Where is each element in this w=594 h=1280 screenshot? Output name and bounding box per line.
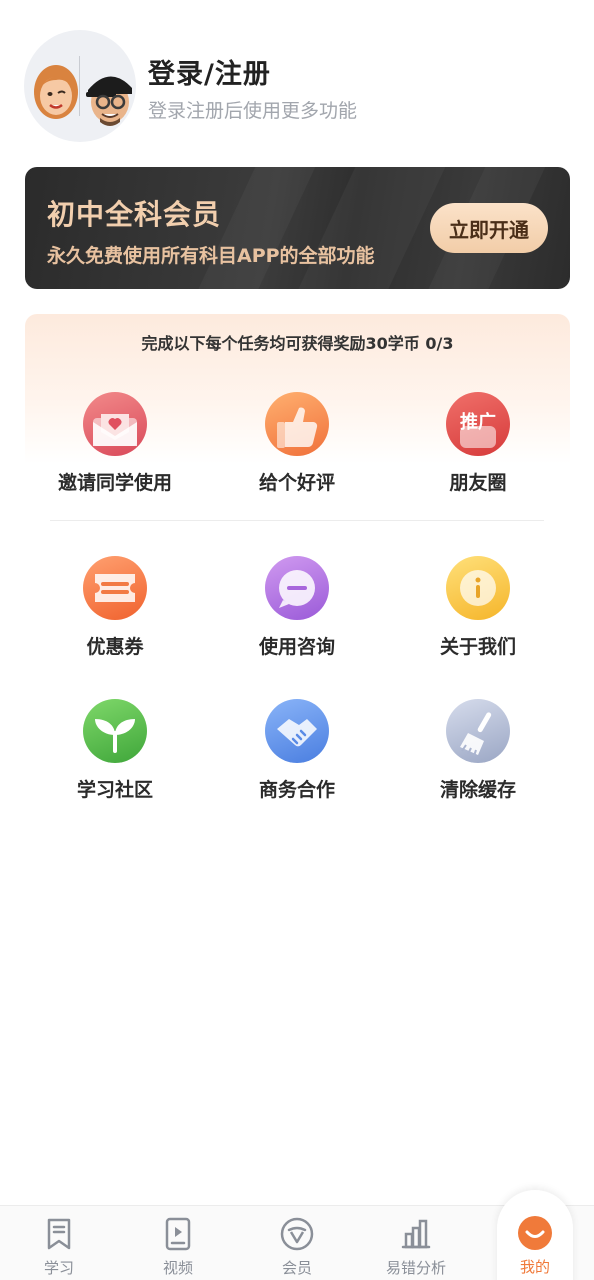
service-about-us[interactable]: 关于我们 — [398, 556, 558, 666]
section-divider — [50, 520, 544, 521]
login-hint-text: 登录注册后使用更多功能 — [148, 100, 358, 122]
profile-header[interactable]: 登录/注册 登录注册后使用更多功能 — [24, 30, 570, 145]
envelope-icon — [83, 392, 147, 456]
tab-vip[interactable]: 会员 — [242, 1206, 352, 1280]
bookmark-icon — [47, 1218, 71, 1250]
service-business[interactable]: 商务合作 — [217, 699, 377, 809]
service-coupon[interactable]: 优惠券 — [35, 556, 195, 666]
chart-icon — [401, 1219, 431, 1249]
vip-title: 初中全科会员 — [47, 198, 222, 231]
promote-icon: 推广 — [446, 392, 510, 456]
tab-label: 我的 — [519, 1258, 550, 1276]
vip-icon — [280, 1217, 314, 1251]
service-label: 学习社区 — [76, 779, 153, 801]
smile-icon — [518, 1216, 552, 1250]
tab-label: 视频 — [162, 1259, 193, 1277]
service-label: 清除缓存 — [439, 779, 516, 801]
tab-mistake-analysis[interactable]: 易错分析 — [361, 1206, 471, 1280]
task-give-rating[interactable]: 给个好评 — [217, 392, 377, 502]
login-register-link[interactable]: 登录/注册 — [148, 52, 271, 91]
service-label: 使用咨询 — [258, 636, 335, 658]
service-label: 商务合作 — [258, 779, 335, 801]
thumbs-up-icon — [265, 392, 329, 456]
handshake-icon — [265, 699, 329, 763]
service-label: 关于我们 — [439, 636, 516, 658]
task-label: 朋友圈 — [449, 472, 507, 494]
chat-icon — [265, 556, 329, 620]
tab-video[interactable]: 视频 — [123, 1206, 233, 1280]
avatar[interactable] — [24, 30, 136, 142]
video-icon — [165, 1217, 191, 1251]
broom-icon — [446, 699, 510, 763]
service-consult[interactable]: 使用咨询 — [217, 556, 377, 666]
service-clear-cache[interactable]: 清除缓存 — [398, 699, 558, 809]
sprout-icon — [83, 699, 147, 763]
tab-mine[interactable]: 我的 — [480, 1205, 590, 1280]
task-label: 给个好评 — [258, 472, 335, 494]
info-icon — [446, 556, 510, 620]
open-vip-button[interactable]: 立即开通 — [430, 203, 548, 253]
service-community[interactable]: 学习社区 — [35, 699, 195, 809]
task-label: 邀请同学使用 — [57, 472, 172, 494]
task-moments-share[interactable]: 推广 朋友圈 — [398, 392, 558, 502]
tab-label: 易错分析 — [385, 1259, 446, 1277]
tab-study[interactable]: 学习 — [4, 1206, 114, 1280]
svg-text:推广: 推广 — [460, 411, 496, 433]
tab-label: 会员 — [281, 1259, 312, 1277]
task-reward-text: 完成以下每个任务均可获得奖励30学币 0/3 — [141, 334, 454, 353]
coupon-icon — [83, 556, 147, 620]
tab-label: 学习 — [43, 1259, 74, 1277]
vip-banner[interactable]: 初中全科会员 永久免费使用所有科目APP的全部功能 立即开通 — [25, 167, 570, 289]
memoji-pair-icon — [34, 65, 132, 126]
service-label: 优惠券 — [86, 636, 144, 658]
vip-subtitle: 永久免费使用所有科目APP的全部功能 — [47, 245, 375, 267]
avatar-divider — [79, 56, 80, 116]
task-invite-classmates[interactable]: 邀请同学使用 — [35, 392, 195, 502]
